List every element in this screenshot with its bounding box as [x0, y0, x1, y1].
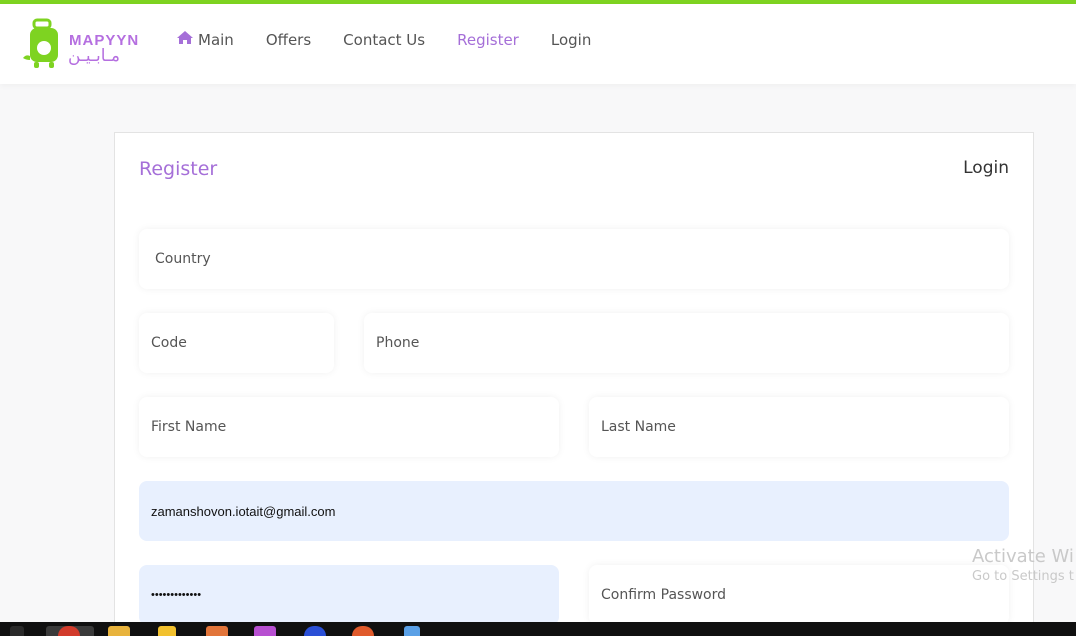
nav-item-contact-us-label: Contact Us [343, 30, 426, 49]
windows-activation-watermark: Activate Wi Go to Settings t [972, 546, 1074, 584]
taskbar-search-icon[interactable] [10, 626, 24, 636]
password-field[interactable]: ••••••••••••• [139, 565, 559, 625]
nav-item-offers-label: Offers [265, 30, 312, 49]
taskbar [0, 622, 1076, 636]
first-name-input[interactable] [151, 419, 559, 435]
watermark-line2: Go to Settings t [972, 569, 1074, 584]
code-input[interactable] [151, 335, 334, 351]
country-select[interactable] [139, 229, 1009, 289]
confirm-password-input[interactable] [601, 587, 1009, 603]
taskbar-app-icon[interactable] [254, 626, 276, 636]
country-input[interactable] [155, 251, 1009, 267]
navbar: MAPYYN مـابـيـن Main Offers Contact Us R… [0, 4, 1076, 84]
nav-item-offers[interactable]: Offers [266, 30, 311, 49]
nav-item-contact-us[interactable]: Contact Us [343, 30, 425, 49]
phone-field[interactable] [364, 313, 1009, 373]
nav-item-login-label: Login [550, 30, 592, 49]
taskbar-folder-icon[interactable] [108, 626, 130, 636]
suitcase-logo-icon [23, 18, 58, 68]
email-field[interactable]: zamanshovon.iotait@gmail.com [139, 481, 1009, 541]
nav-item-main[interactable]: Main [176, 30, 234, 49]
logo-arabic-text: مـابـيـن [68, 46, 121, 66]
taskbar-app-icon[interactable] [304, 626, 326, 636]
logo[interactable]: MAPYYN مـابـيـن [22, 18, 140, 74]
first-name-field[interactable] [139, 397, 559, 457]
register-card: Register Login zamanshovon.iotait@gmail.… [114, 132, 1034, 636]
last-name-field[interactable] [589, 397, 1009, 457]
taskbar-app-icon[interactable] [404, 626, 420, 636]
nav-item-login[interactable]: Login [551, 30, 591, 49]
last-name-input[interactable] [601, 419, 1009, 435]
password-value: ••••••••••••• [151, 589, 202, 601]
confirm-password-field[interactable] [589, 565, 1009, 625]
phone-input[interactable] [376, 335, 1009, 351]
nav-item-register-label: Register [457, 30, 519, 49]
taskbar-star-icon[interactable] [158, 626, 176, 636]
email-value: zamanshovon.iotait@gmail.com [151, 503, 336, 519]
main-nav: Main Offers Contact Us Register Login [176, 30, 623, 49]
tab-register[interactable]: Register [139, 158, 217, 180]
nav-item-register[interactable]: Register [457, 30, 519, 49]
watermark-line1: Activate Wi [972, 546, 1074, 567]
tab-login[interactable]: Login [963, 158, 1009, 178]
taskbar-app-icon[interactable] [206, 626, 228, 636]
nav-item-main-label: Main [198, 30, 234, 49]
code-field[interactable] [139, 313, 334, 373]
taskbar-app-icon[interactable] [352, 626, 374, 636]
home-icon [176, 30, 194, 49]
